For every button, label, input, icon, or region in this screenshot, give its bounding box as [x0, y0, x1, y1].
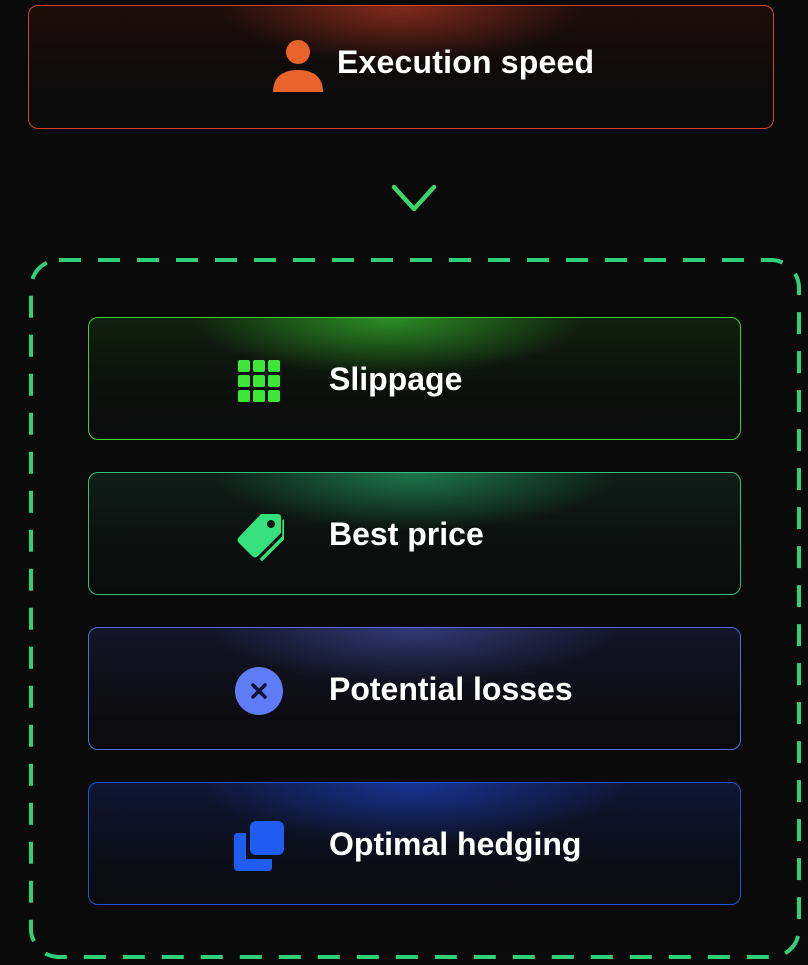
optimal-hedging-card: Optimal hedging [88, 782, 741, 905]
tag-icon [237, 514, 284, 561]
best-price-card: Best price [88, 472, 741, 595]
grid-icon [238, 360, 280, 402]
potential-losses-card: Potential losses [88, 627, 741, 750]
execution-speed-card: Execution speed [28, 5, 774, 129]
best-price-label: Best price [329, 516, 484, 552]
close-circle-icon [235, 667, 283, 715]
arrow-down-icon [391, 129, 437, 212]
user-icon [273, 40, 323, 92]
optimal-hedging-label: Optimal hedging [329, 826, 582, 862]
slippage-label: Slippage [329, 361, 463, 397]
execution-speed-label: Execution speed [337, 44, 595, 80]
copy-icon [234, 821, 284, 871]
potential-losses-label: Potential losses [329, 671, 573, 707]
slippage-card: Slippage [88, 317, 741, 440]
